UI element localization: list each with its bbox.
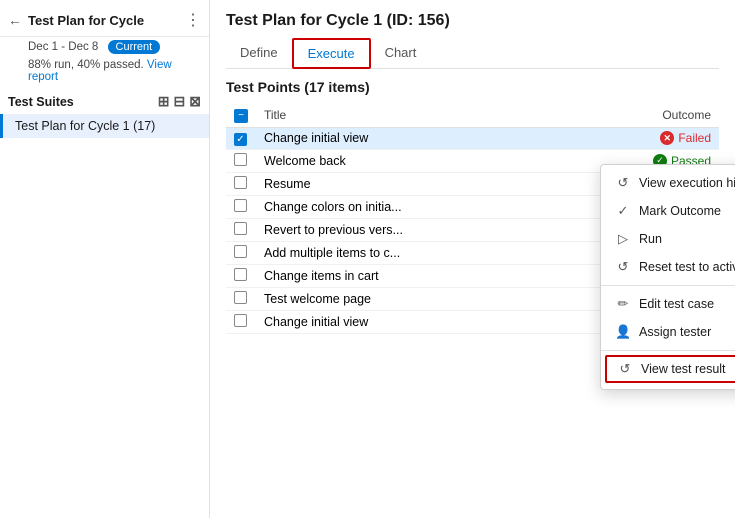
row-title: Revert to previous vers... [256,218,543,241]
menu-item-label: Edit test case [639,297,714,311]
select-all-checkbox[interactable]: − [234,109,248,123]
row-checkbox[interactable] [234,176,247,189]
outcome-label: Failed [678,131,711,145]
menu-item-label: View execution history [639,176,735,190]
row-checkbox[interactable] [234,199,247,212]
row-title: Change initial view [256,127,543,149]
menu-separator [601,285,735,286]
row-checkbox[interactable] [234,291,247,304]
outcome-col-header: Outcome [543,103,719,127]
table-row[interactable]: ✓ Change initial view ✕ Failed [226,127,719,149]
row-checkbox[interactable] [234,153,247,166]
more-button[interactable]: ⋮ [185,10,201,30]
sidebar-title: Test Plan for Cycle [28,13,179,28]
tab-chart[interactable]: Chart [371,38,431,69]
row-checkbox[interactable] [234,222,247,235]
menu-item-icon: ↺ [617,361,633,377]
suites-icon-3[interactable]: ⊠ [189,93,201,110]
context-menu: ↺View execution history✓Mark Outcome›▷Ru… [600,164,735,390]
sidebar: ← Test Plan for Cycle ⋮ Dec 1 - Dec 8 Cu… [0,0,210,518]
back-button[interactable]: ← [8,12,22,28]
main-body: Test Points (17 items) − Title Outcome ✓… [210,69,735,518]
suite-item[interactable]: Test Plan for Cycle 1 (17) [0,114,209,138]
main-header: Test Plan for Cycle 1 (ID: 156) Define E… [210,0,735,69]
menu-separator [601,350,735,351]
row-title: Resume [256,172,543,195]
menu-item-icon: 👤 [615,324,631,340]
row-title: Welcome back [256,149,543,172]
menu-item-label: Mark Outcome [639,204,721,218]
context-menu-item-0[interactable]: ↺ View execution history [601,169,735,197]
sidebar-dates: Dec 1 - Dec 8 Current [0,37,209,57]
sidebar-stats: 88% run, 40% passed. View report [0,57,209,85]
menu-item-label: View test result [641,362,726,376]
sidebar-header: ← Test Plan for Cycle ⋮ [0,0,209,37]
row-checkbox[interactable] [234,268,247,281]
menu-item-icon: ↺ [615,259,631,275]
row-checkbox[interactable] [234,245,247,258]
row-outcome: ✕ Failed [543,127,719,149]
row-title: Change colors on initia... [256,195,543,218]
row-checkbox[interactable]: ✓ [234,133,247,146]
tab-define[interactable]: Define [226,38,292,69]
current-badge: Current [108,40,161,54]
tab-execute[interactable]: Execute [292,38,371,69]
row-title: Test welcome page [256,287,543,310]
suites-icons: ⊞ ⊟ ⊠ [158,93,201,110]
suites-header: Test Suites ⊞ ⊟ ⊠ [0,85,209,114]
context-menu-item-3[interactable]: ↺ Reset test to active [601,253,735,281]
menu-item-icon: ↺ [615,175,631,191]
context-menu-item-6[interactable]: ↺ View test result [605,355,735,383]
row-title: Change items in cart [256,264,543,287]
row-title: Add multiple items to c... [256,241,543,264]
section-title: Test Points (17 items) [226,79,719,95]
main-title: Test Plan for Cycle 1 (ID: 156) [226,12,719,30]
context-menu-item-5[interactable]: 👤Assign tester› [601,318,735,346]
context-menu-item-4[interactable]: ✏ Edit test case [601,290,735,318]
suites-icon-2[interactable]: ⊟ [174,93,186,110]
suites-icon-1[interactable]: ⊞ [158,93,170,110]
select-all-header[interactable]: − [226,103,256,127]
context-menu-item-2[interactable]: ▷Run› [601,225,735,253]
menu-item-label: Run [639,232,662,246]
failed-icon: ✕ [660,131,674,145]
menu-item-icon: ✓ [615,203,631,219]
menu-item-label: Reset test to active [639,260,735,274]
menu-item-icon: ✏ [615,296,631,312]
title-col-header: Title [256,103,543,127]
row-title: Change initial view [256,310,543,333]
menu-item-icon: ▷ [615,231,631,247]
context-menu-item-1[interactable]: ✓Mark Outcome› [601,197,735,225]
row-checkbox[interactable] [234,314,247,327]
main-tabs: Define Execute Chart [226,38,719,69]
main-panel: Test Plan for Cycle 1 (ID: 156) Define E… [210,0,735,518]
menu-item-label: Assign tester [639,325,711,339]
